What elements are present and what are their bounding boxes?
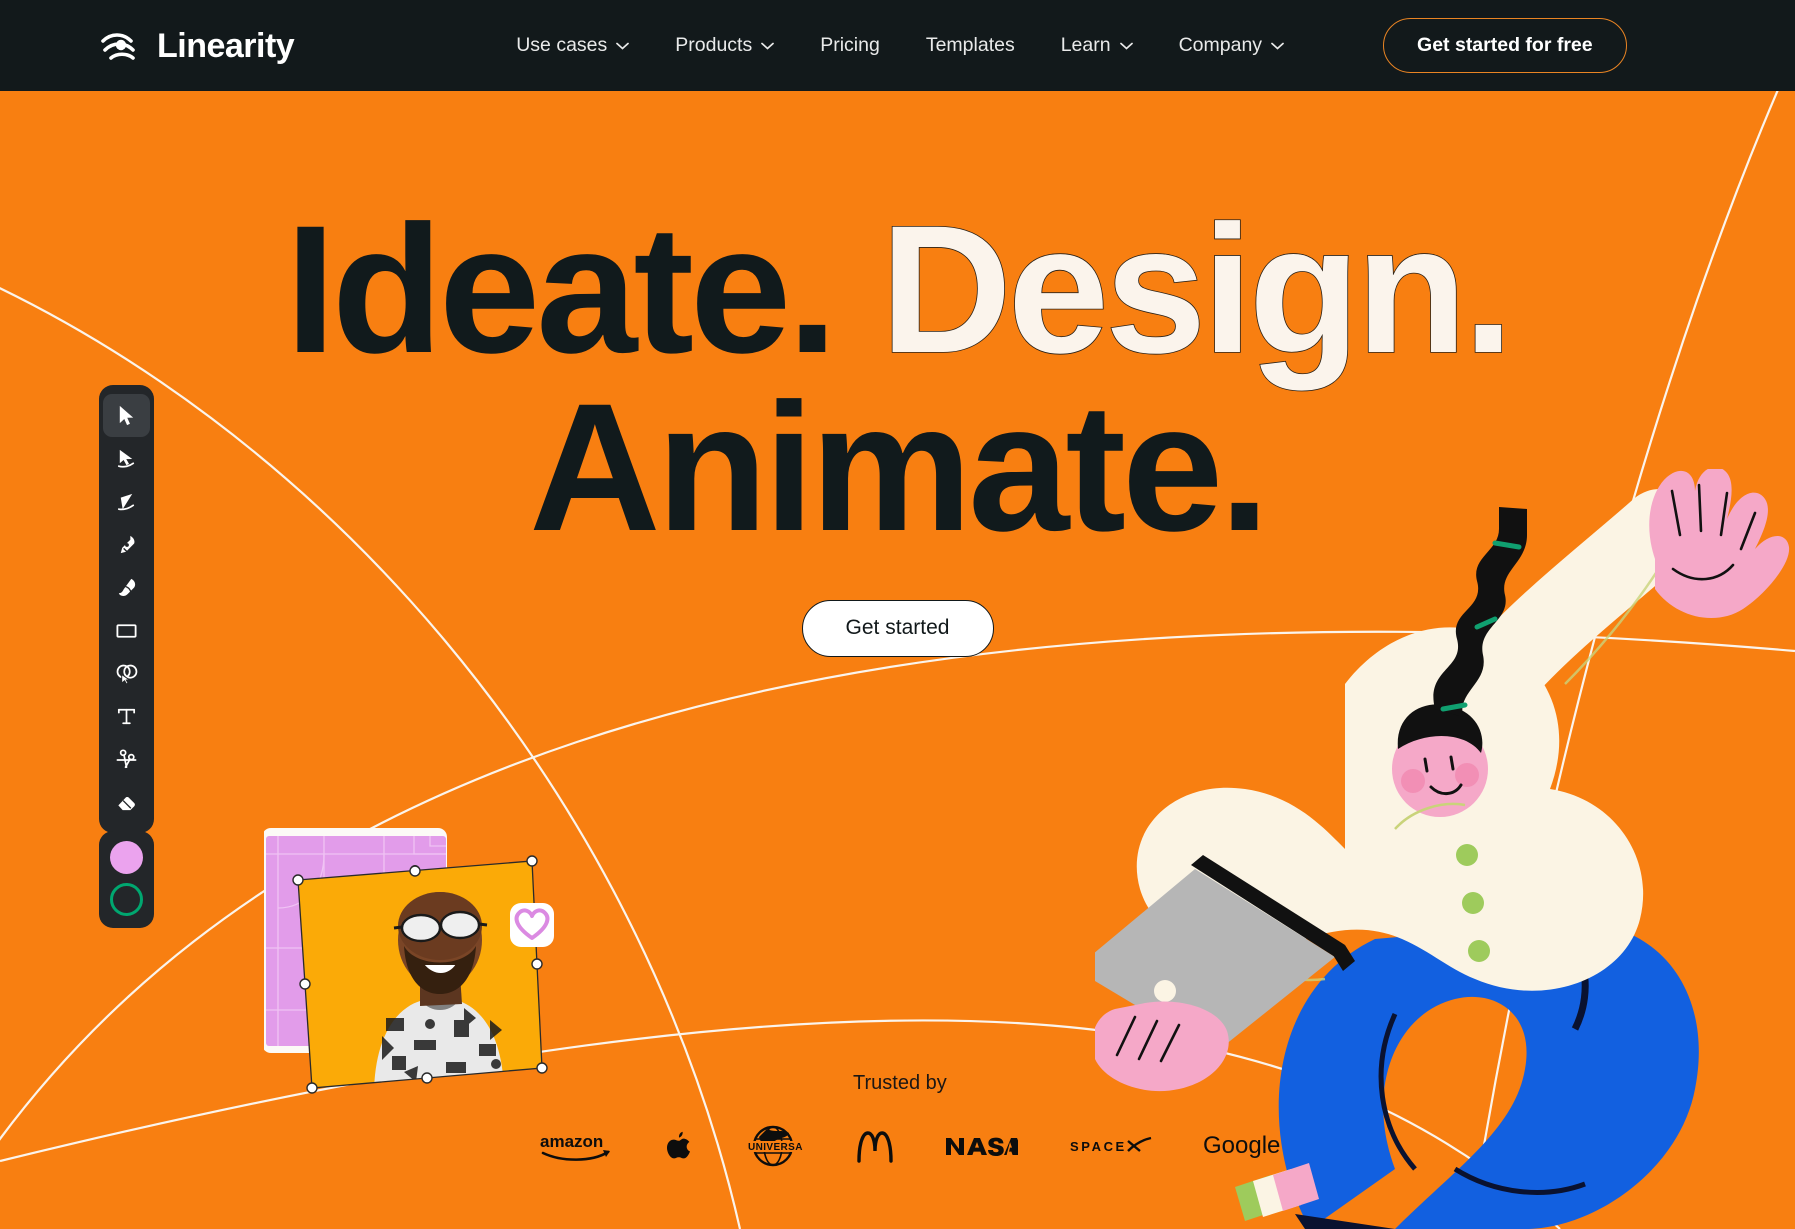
nav-label: Pricing [820,34,880,56]
illustration-body [1136,627,1644,991]
main-nav: Use cases Products Pricing Templates Lea… [493,34,1307,57]
logo-google: Google [1203,1132,1285,1160]
nav-item-products[interactable]: Products [652,34,797,57]
logo-apple [666,1131,692,1162]
nav-label: Company [1178,34,1263,56]
google-wordmark-icon: Google [1203,1132,1280,1159]
logo-text: Linearity [157,26,295,65]
svg-text:Google: Google [1203,1132,1280,1159]
headline-word-ideate: Ideate. [285,187,838,391]
direct-select-arrow-icon [117,449,135,468]
mcdonalds-arches-icon [856,1131,893,1163]
cursor-arrow-icon [119,405,134,426]
universal-globe-icon: UNIVERSAL [746,1125,803,1167]
trusted-by: Trusted by [853,1072,947,1095]
scissors-tool[interactable] [103,738,150,781]
chevron-down-icon [1119,42,1133,50]
chevron-down-icon [616,42,630,50]
headline-word-design: Design. [880,187,1515,391]
node-tool[interactable] [103,437,150,480]
editor-toolbar [99,385,154,833]
chevron-down-icon [761,42,775,50]
hero-section: Ideate. Design. Animate. Get started [0,91,1795,657]
amazon-wordmark-icon: amazon [540,1132,610,1161]
illustration-button [1468,940,1490,962]
get-started-button[interactable]: Get started [801,599,994,657]
nav-label: Templates [925,34,1015,56]
text-t-icon [117,708,136,725]
text-tool[interactable] [103,695,150,738]
illustration-button [1462,892,1484,914]
rectangle-icon [116,624,137,638]
selected-photo-card[interactable] [297,860,543,1091]
nav-item-pricing[interactable]: Pricing [797,34,903,57]
canvas-card-stack [264,828,554,1094]
illustration-button [1456,844,1478,866]
stroke-color-swatch[interactable] [110,883,143,916]
site-header: Linearity Use cases Products Pricing Tem… [0,0,1795,91]
logo-nasa [946,1135,1018,1157]
selection-tool[interactable] [103,394,150,437]
chevron-down-icon [1271,42,1284,50]
nav-item-company[interactable]: Company [1156,34,1307,57]
fill-color-swatch[interactable] [110,841,143,874]
headline-line-1: Ideate. Design. [0,197,1795,381]
apple-logo-icon [666,1131,690,1158]
rectangle-tool[interactable] [103,609,150,652]
heart-badge[interactable] [510,903,554,947]
logo-universal: UNIVERSAL [743,1123,803,1169]
logo[interactable]: Linearity [99,26,295,65]
illustration-tablet [1095,869,1335,1053]
illustration-legs [1278,922,1699,1229]
spacex-wordmark-icon: SPACE [1070,1136,1151,1154]
shape-builder-icon [116,664,138,685]
logo-mcdonalds [855,1129,895,1163]
logo-amazon: amazon [540,1131,614,1161]
nav-label: Products [675,34,753,56]
svg-text:amazon: amazon [540,1132,603,1151]
paint-brush-icon [118,578,136,596]
nasa-worm-icon [946,1137,1018,1156]
illustration-head [1392,721,1488,817]
lasso-tool[interactable] [103,480,150,523]
svg-text:SPACE: SPACE [1070,1139,1127,1154]
svg-text:UNIVERSAL: UNIVERSAL [748,1142,803,1153]
illustration-lower-hand [1095,1001,1229,1092]
nav-item-use-cases[interactable]: Use cases [493,34,652,57]
linearity-swoosh-icon [101,32,135,60]
pen-tool[interactable] [103,523,150,566]
lasso-triangle-icon [117,493,135,511]
color-swatches [99,831,154,928]
eraser-tool[interactable] [103,781,150,824]
nav-label: Use cases [516,34,608,56]
logo-spacex: SPACE [1070,1136,1152,1156]
hero-headline: Ideate. Design. Animate. [0,91,1795,570]
get-started-for-free-button[interactable]: Get started for free [1383,18,1627,73]
nav-item-templates[interactable]: Templates [903,34,1038,57]
nav-item-learn[interactable]: Learn [1038,34,1156,57]
scissors-icon [116,749,137,769]
pen-nib-icon [120,535,135,554]
trusted-by-label: Trusted by [853,1072,947,1094]
trusted-logo-row: amazon UNIVERSAL [540,1120,1285,1172]
shape-builder-tool[interactable] [103,652,150,695]
brush-tool[interactable] [103,566,150,609]
headline-line-2: Animate. [529,365,1270,570]
nav-label: Learn [1060,34,1111,56]
eraser-icon [118,796,135,811]
